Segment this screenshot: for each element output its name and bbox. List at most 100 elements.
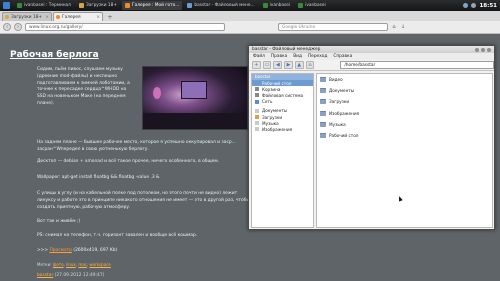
post-paragraph: На заднем плане — бывшее рабочее место, … (37, 140, 236, 145)
maximize-icon[interactable] (481, 47, 485, 52)
tag-link[interactable]: фото (53, 262, 64, 267)
folder-icon (78, 3, 84, 8)
terminal-icon (262, 3, 268, 8)
list-item[interactable]: Изображения (317, 108, 492, 119)
clock[interactable]: 18:51 (479, 3, 497, 9)
post-photo[interactable] (142, 66, 248, 130)
folder-icon (255, 121, 259, 126)
menu-view[interactable]: Вид (293, 54, 302, 59)
close-icon[interactable] (487, 47, 491, 52)
file-name: Загрузки (329, 99, 350, 105)
favicon-icon (56, 15, 60, 19)
url-input[interactable]: www.linux.org.ru/gallery/ (25, 23, 225, 31)
close-icon[interactable]: × (96, 15, 100, 20)
folder-icon (320, 88, 326, 94)
file-name: Видео (329, 77, 343, 83)
new-tab-button[interactable]: + (106, 14, 114, 21)
volume-icon[interactable] (471, 3, 477, 8)
search-input[interactable]: Google Ukraine (278, 23, 388, 31)
list-item[interactable]: Рабочий стол (317, 130, 492, 141)
sidebar-item-label: Музыка (262, 120, 279, 126)
network-icon (255, 99, 259, 104)
new-window-icon[interactable]: ▭ (262, 61, 272, 69)
view-link[interactable]: Просмотр (49, 248, 72, 253)
list-item[interactable]: Документы (317, 85, 492, 96)
task-terminal[interactable]: ivanbasei : Терминал (14, 1, 74, 10)
post-title[interactable]: Рабочая берлога (10, 50, 99, 60)
forward-button[interactable]: › (14, 23, 22, 31)
app-menu-button[interactable] (0, 0, 12, 11)
up-icon[interactable]: ▲ (294, 61, 304, 69)
menu-file[interactable]: Файл (253, 54, 265, 59)
author-link[interactable]: basstar (37, 273, 53, 278)
view-line: >>> Просмотр (2600x419, 697 Kb) (37, 248, 117, 255)
taskbar: ivanbasei : Терминал Загрузки 18+ Галере… (0, 0, 500, 11)
tab-label: Загрузки 18+ (11, 14, 43, 20)
fm-sidebar: basstar Рабочий стол Корзина Файловая си… (251, 73, 314, 228)
tags-label: Метки: (37, 262, 53, 267)
file-name: Изображения (329, 110, 360, 116)
back-button[interactable]: ‹ (3, 23, 11, 31)
sidebar-item-label: Корзина (262, 86, 281, 92)
path-input[interactable]: /home/basstar (340, 61, 495, 69)
desktop-icon (255, 81, 259, 86)
menu-help[interactable]: Справка (333, 54, 352, 59)
list-item[interactable]: Видео (317, 74, 492, 85)
post-intro: Сидим, пьём пивос, слушаем музыку (древн… (37, 67, 130, 106)
back-icon[interactable]: ◀ (273, 61, 283, 69)
fm-title: basstar - Файловый менеджер (252, 47, 321, 52)
close-icon[interactable]: × (45, 15, 49, 20)
task-browser[interactable]: Галерея : Мой гото... (121, 1, 183, 10)
task-label: Загрузки 18+ (85, 3, 117, 8)
file-name: Рабочий стол (329, 133, 359, 139)
system-tray: 18:51 (463, 0, 500, 11)
post-paragraph: PS: снимал на телефон, т.ч. горизонт зав… (37, 233, 198, 238)
task-file-manager[interactable]: basstar - Файловый мене... (184, 1, 257, 10)
task-terminal-2[interactable]: ivanbasei (260, 1, 294, 10)
list-item[interactable]: Загрузки (317, 96, 492, 107)
menu-edit[interactable]: Правка (271, 54, 287, 59)
sidebar-item-label: Изображения (262, 126, 293, 132)
list-item[interactable]: Музыка (317, 119, 492, 130)
post-paragraph: засран^Wпередел в свою уютненькую берлог… (37, 147, 149, 152)
forward-icon[interactable]: ▶ (284, 61, 293, 69)
post-paragraph: Вот так и живём ;) (37, 219, 81, 224)
tab-gallery[interactable]: Галерея × (53, 12, 103, 21)
new-tab-icon[interactable]: + (252, 61, 261, 69)
download-icon[interactable]: ↓ (400, 24, 406, 30)
task-label: Галерея : Мой гото... (131, 3, 180, 8)
terminal-icon (17, 3, 22, 8)
trash-icon (255, 87, 259, 92)
post-date: (27.09.2012 12:49:47) (53, 273, 105, 278)
sidebar-item-label: Документы (262, 108, 288, 114)
file-name: Документы (329, 88, 355, 94)
terminal-icon (298, 3, 304, 8)
folder-icon (255, 115, 259, 120)
fm-title-bar[interactable]: basstar - Файловый менеджер (249, 46, 494, 53)
tag-link[interactable]: workspace (89, 262, 110, 267)
file-name: Музыка (329, 121, 346, 127)
fm-toolbar: + ▭ ◀ ▶ ▲ ⌂ /home/basstar (249, 60, 495, 71)
network-icon[interactable] (463, 3, 469, 8)
menu-go[interactable]: Переход (308, 54, 327, 59)
sidebar-item-label: Файловая система (262, 92, 304, 98)
sidebar-item-label: Загрузки (262, 114, 283, 120)
home-icon[interactable]: ⌂ (391, 24, 397, 30)
home-icon[interactable]: ⌂ (305, 61, 315, 69)
folder-icon (320, 121, 326, 127)
tag-link[interactable]: linux (66, 262, 76, 267)
task-downloads[interactable]: Загрузки 18+ (76, 1, 120, 10)
minimize-icon[interactable] (475, 47, 479, 52)
task-terminal-3[interactable]: ivanbasei (295, 1, 329, 10)
sidebar-item-network[interactable]: Сеть (252, 99, 313, 105)
folder-icon (255, 127, 259, 132)
post-paragraph: линуксу и работе это в принципе никакого… (37, 198, 250, 203)
post-paragraph: создать приятную, рабочую атмосферу. (37, 205, 131, 210)
folder-icon (320, 110, 326, 116)
post-paragraph: С улицы в углу (и на кабельной полке под… (37, 191, 238, 196)
task-label: ivanbasei : Терминал (24, 3, 71, 8)
window-controls (475, 47, 491, 52)
sidebar-item-pictures[interactable]: Изображения (252, 126, 313, 132)
tab-downloads[interactable]: Загрузки 18+ × (2, 12, 52, 21)
tag-link[interactable]: mac (78, 262, 87, 267)
